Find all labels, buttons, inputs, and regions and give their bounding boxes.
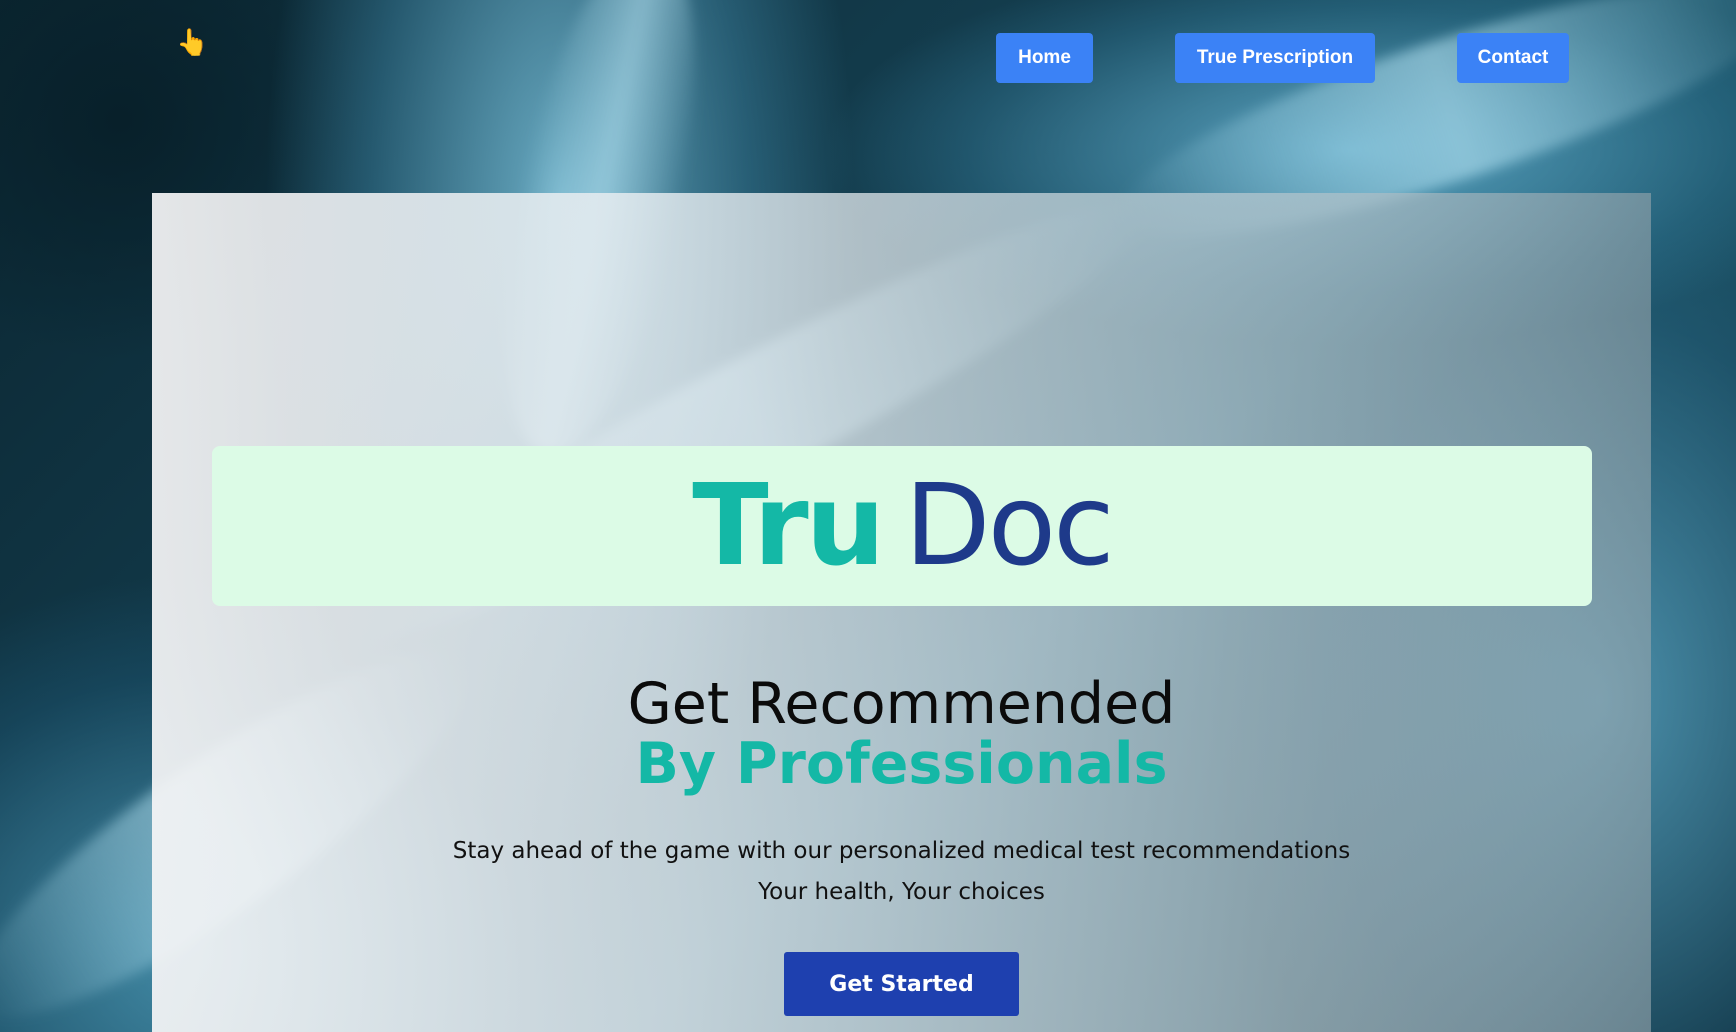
nav-home-button[interactable]: Home [996,33,1093,83]
get-started-button[interactable]: Get Started [784,952,1019,1016]
logo-doc-text: Doc [904,461,1114,591]
logo-tru-text: Tru [692,461,885,591]
nav-contact-button[interactable]: Contact [1457,33,1569,83]
headline-secondary: By Professionals [635,731,1168,797]
tagline-line-2: Your health, Your choices [758,879,1045,905]
headline-primary: Get Recommended [627,671,1176,737]
nav-true-prescription-button[interactable]: True Prescription [1175,33,1375,83]
tagline-line-1: Stay ahead of the game with our personal… [452,838,1351,864]
hero-panel [152,193,1651,1032]
pointing-hand-icon[interactable]: 👆 [176,30,208,56]
landing-page: 👆 Home True Prescription Contact Tru Doc… [0,0,1736,1032]
logo-banner: Tru Doc [212,446,1592,606]
